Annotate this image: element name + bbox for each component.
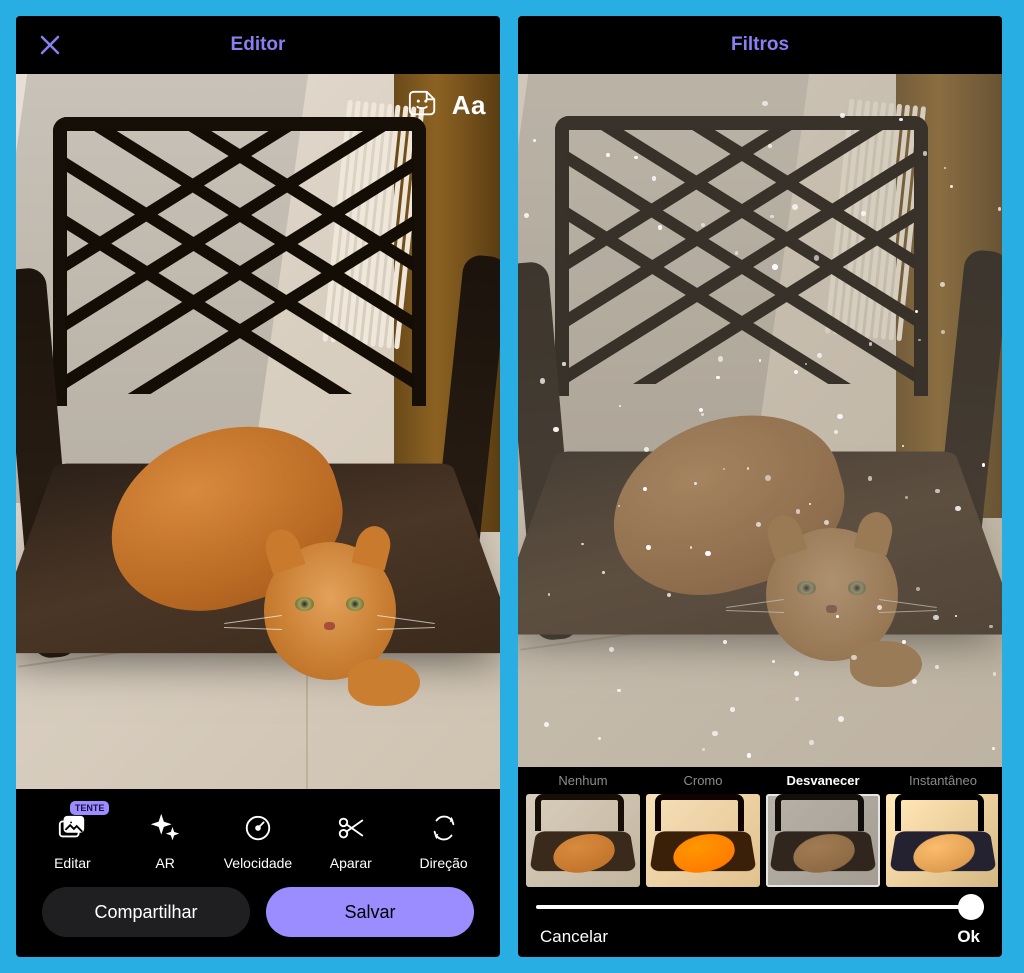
share-button[interactable]: Compartilhar	[42, 887, 250, 937]
filters-header: Filtros	[518, 16, 1002, 74]
filters-strip: Nenhum Cromo Desvanecer	[518, 767, 1002, 957]
sparkle-icon	[150, 811, 180, 845]
direction-tool[interactable]: Direção	[399, 811, 489, 871]
filters-screen: Filtros	[518, 16, 1002, 957]
photo-canvas[interactable]: Aa	[16, 74, 500, 789]
filter-none-label: Nenhum	[558, 773, 607, 788]
editor-screen: Editor	[16, 16, 500, 957]
sticker-icon[interactable]	[408, 88, 438, 123]
speed-label: Velocidade	[224, 855, 293, 871]
editor-title: Editor	[231, 34, 286, 56]
filter-instant-label: Instantâneo	[909, 773, 977, 788]
scissors-icon	[336, 811, 366, 845]
filter-thumbnails: Nenhum Cromo Desvanecer	[522, 773, 998, 887]
close-button[interactable]	[38, 32, 62, 64]
filter-fade[interactable]: Desvanecer	[766, 773, 880, 887]
loop-icon	[429, 811, 459, 845]
edit-tool[interactable]: TENTE Editar	[27, 811, 117, 871]
ok-button[interactable]: Ok	[957, 927, 980, 947]
trim-label: Aparar	[330, 855, 372, 871]
filter-preview-canvas[interactable]	[518, 74, 1002, 767]
save-button[interactable]: Salvar	[266, 887, 474, 937]
filtered-photo	[518, 74, 1002, 767]
filter-fade-label: Desvanecer	[787, 773, 860, 788]
filters-title: Filtros	[731, 34, 789, 56]
gauge-icon	[243, 811, 273, 845]
editor-tools: TENTE Editar AR Velocidade	[16, 789, 500, 957]
speed-tool[interactable]: Velocidade	[213, 811, 303, 871]
filter-chrome-label: Cromo	[683, 773, 722, 788]
direction-label: Direção	[419, 855, 467, 871]
filter-chrome[interactable]: Cromo	[646, 773, 760, 887]
photo-preview	[16, 74, 500, 789]
cancel-button[interactable]: Cancelar	[540, 927, 608, 947]
ar-tool[interactable]: AR	[120, 811, 210, 871]
text-tool-icon[interactable]: Aa	[452, 90, 486, 121]
intensity-slider[interactable]	[536, 905, 984, 909]
try-badge: TENTE	[70, 801, 110, 815]
editor-header: Editor	[16, 16, 500, 74]
edit-label: Editar	[54, 855, 91, 871]
ar-label: AR	[155, 855, 174, 871]
gallery-icon	[57, 811, 87, 845]
slider-knob[interactable]	[958, 894, 984, 920]
trim-tool[interactable]: Aparar	[306, 811, 396, 871]
filter-none[interactable]: Nenhum	[526, 773, 640, 887]
filter-instant[interactable]: Instantâneo	[886, 773, 998, 887]
